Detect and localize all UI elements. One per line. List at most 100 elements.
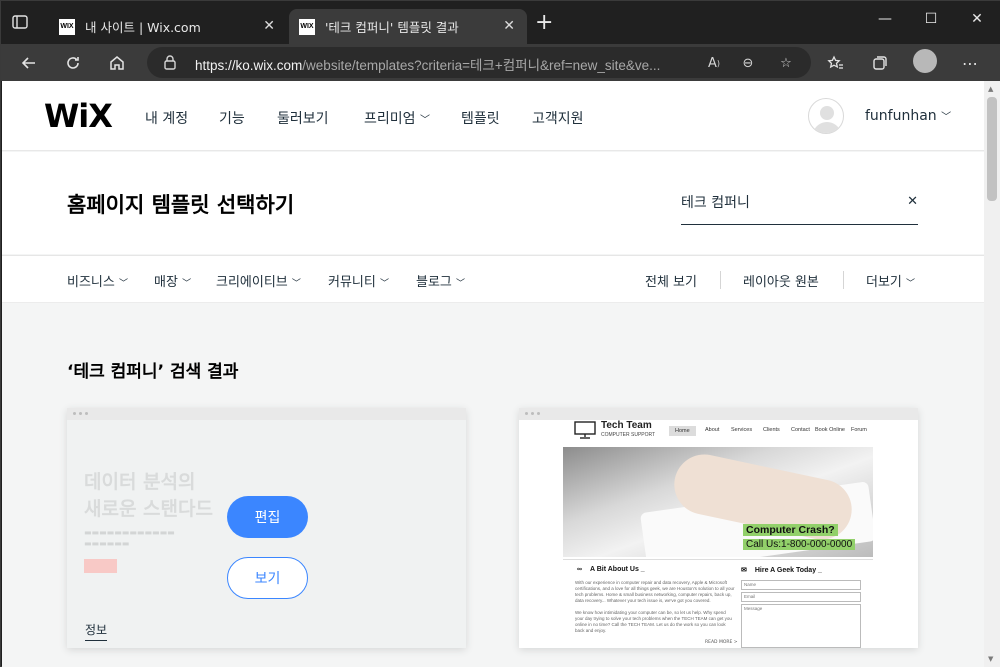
divider — [843, 271, 844, 289]
refresh-icon[interactable] — [61, 51, 85, 75]
chevron-down-icon: ﹀ — [379, 279, 389, 289]
nav-features[interactable]: 기능 — [219, 108, 245, 128]
preview-hero-image: Computer Crash? Call Us:1-800-000-0000 — [563, 447, 873, 557]
preview-menu-item: About — [705, 427, 720, 433]
preview-menu-item: Book Online — [815, 427, 845, 433]
nav-support[interactable]: 고객지원 — [532, 108, 584, 128]
add-favorite-icon[interactable]: ☆ — [775, 52, 797, 74]
monitor-icon — [574, 421, 596, 439]
preview-paragraph: We know how intimidating your computer c… — [575, 610, 732, 633]
chevron-down-icon: ﹀ — [118, 279, 128, 289]
search-input[interactable] — [681, 190, 891, 214]
favorites-icon[interactable] — [823, 51, 847, 75]
preview-read-more: READ MORE > — [705, 640, 738, 645]
preview-headline: 데이터 분석의 새로운 스탠다드 — [84, 471, 213, 520]
tab-template-results[interactable]: WIX '테크 컴퍼니' 템플릿 결과 ✕ — [289, 9, 527, 44]
preview-menu-item: Contact — [791, 427, 810, 433]
home-icon[interactable] — [105, 51, 129, 75]
scrollbar-thumb[interactable] — [987, 97, 997, 201]
category-business[interactable]: 비즈니스 ﹀ — [67, 271, 128, 290]
preview-menu-item: Clients — [763, 427, 780, 433]
browser-window: WIX 내 사이트 | Wix.com ✕ WIX '테크 컴퍼니' 템플릿 결… — [0, 0, 1000, 667]
nav-explore[interactable]: 둘러보기 — [277, 108, 329, 128]
back-icon[interactable] — [17, 51, 41, 75]
page-scrollbar[interactable]: ▲ ▼ — [984, 81, 1000, 667]
page-viewport: WiX 내 계정 기능 둘러보기 프리미엄 ﹀ 템플릿 고객지원 funfunh… — [2, 81, 984, 667]
preview-call-text: Call Us:1-800-000-0000 — [743, 539, 856, 550]
username-menu[interactable]: funfunhan ﹀ — [865, 108, 951, 124]
preview-button — [84, 559, 117, 573]
minimize-icon[interactable]: — — [870, 11, 900, 27]
blank-layouts-link[interactable]: 레이아웃 원본 — [743, 271, 819, 290]
scroll-down-icon[interactable]: ▼ — [988, 655, 993, 663]
results-title: ‘테크 컴퍼니’ 검색 결과 — [67, 362, 239, 382]
template-card[interactable]: 데이터 분석의 새로운 스탠다드 ▬▬▬▬▬▬▬▬▬▬▬▬ ▬▬▬▬▬▬ 편집 보기… — [67, 408, 466, 648]
chevron-down-icon: ﹀ — [456, 279, 466, 289]
preview-section-title: ✉ Hire A Geek Today _ — [741, 567, 822, 574]
url-text: https://ko.wix.com/website/templates?cri… — [195, 58, 661, 73]
more-menu-icon[interactable]: ⋯ — [958, 51, 982, 75]
zoom-icon[interactable]: ⊖ — [737, 52, 759, 74]
template-card[interactable]: Tech Team COMPUTER SUPPORT Home About Se… — [519, 408, 918, 648]
tab-title: 내 사이트 | Wix.com — [85, 20, 201, 35]
nav-my-account[interactable]: 내 계정 — [145, 108, 188, 128]
preview-paragraph: With our experience in computer repair a… — [575, 580, 735, 603]
tab-title: '테크 컴퍼니' 템플릿 결과 — [325, 20, 459, 35]
user-avatar[interactable] — [808, 98, 844, 134]
tab-actions-icon[interactable] — [11, 13, 33, 33]
wix-favicon-icon: WIX — [299, 18, 315, 35]
view-all-link[interactable]: 전체 보기 — [645, 271, 697, 290]
card-window-bar — [67, 408, 466, 420]
address-bar-row: https://ko.wix.com/website/templates?cri… — [1, 44, 1000, 81]
template-search: ✕ — [681, 190, 918, 225]
preview-site-name: Tech Team — [601, 420, 652, 431]
category-community[interactable]: 커뮤니티 ﹀ — [328, 271, 389, 290]
chevron-down-icon: ﹀ — [291, 279, 301, 289]
preview-crash-text: Computer Crash? — [743, 524, 838, 536]
scroll-up-icon[interactable]: ▲ — [988, 85, 993, 93]
category-creative[interactable]: 크리에이티브 ﹀ — [216, 271, 301, 290]
preview-form-field: Email — [741, 592, 861, 602]
wix-header: WiX 내 계정 기능 둘러보기 프리미엄 ﹀ 템플릿 고객지원 funfunh… — [2, 81, 984, 151]
glasses-icon: ∞ — [577, 566, 582, 573]
close-tab-icon[interactable]: ✕ — [503, 18, 515, 34]
page-title: 홈페이지 템플릿 선택하기 — [67, 193, 295, 217]
more-dropdown[interactable]: 더보기 ﹀ — [866, 271, 915, 290]
lock-icon[interactable] — [163, 54, 177, 70]
collections-icon[interactable] — [868, 51, 892, 75]
category-store[interactable]: 매장 ﹀ — [154, 271, 191, 290]
preview-menu-item: Home — [669, 426, 696, 436]
chevron-down-icon: ﹀ — [182, 279, 192, 289]
close-window-icon[interactable]: ✕ — [962, 11, 992, 27]
wix-logo[interactable]: WiX — [44, 97, 113, 135]
category-bar: 비즈니스 ﹀ 매장 ﹀ 크리에이티브 ﹀ 커뮤니티 ﹀ 블로그 ﹀ 전체 보기 … — [2, 255, 984, 303]
preview-tagline: COMPUTER SUPPORT — [601, 432, 656, 438]
maximize-icon[interactable]: ☐ — [916, 11, 946, 27]
preview-subtext: ▬▬▬▬▬▬▬▬▬▬▬▬ ▬▬▬▬▬▬ — [84, 528, 175, 548]
url-field[interactable]: https://ko.wix.com/website/templates?cri… — [147, 47, 811, 78]
read-aloud-icon[interactable]: A) — [703, 52, 725, 74]
divider — [563, 559, 873, 560]
info-link[interactable]: 정보 — [85, 621, 108, 641]
preview-form-field: Message — [741, 604, 861, 648]
view-button[interactable]: 보기 — [227, 557, 308, 599]
clear-search-icon[interactable]: ✕ — [907, 194, 918, 209]
preview-menu-item: Forum — [851, 427, 867, 433]
envelope-icon: ✉ — [741, 567, 747, 574]
profile-avatar-icon[interactable] — [913, 49, 937, 73]
preview-menu-item: Services — [731, 427, 753, 433]
close-tab-icon[interactable]: ✕ — [263, 18, 275, 34]
preview-section-title: ∞ A Bit About Us _ — [577, 566, 645, 573]
tab-my-site[interactable]: WIX 내 사이트 | Wix.com ✕ — [49, 9, 287, 44]
category-blog[interactable]: 블로그 ﹀ — [416, 271, 465, 290]
title-band: 홈페이지 템플릿 선택하기 ✕ — [2, 152, 984, 254]
template-preview: 데이터 분석의 새로운 스탠다드 ▬▬▬▬▬▬▬▬▬▬▬▬ ▬▬▬▬▬▬ 편집 보기… — [67, 420, 466, 648]
new-tab-button[interactable]: + — [535, 12, 553, 34]
nav-premium[interactable]: 프리미엄 ﹀ — [364, 108, 430, 128]
nav-templates[interactable]: 템플릿 — [461, 108, 500, 128]
divider — [720, 271, 721, 289]
tab-strip: WIX 내 사이트 | Wix.com ✕ WIX '테크 컴퍼니' 템플릿 결… — [1, 1, 1000, 44]
edit-button[interactable]: 편집 — [227, 496, 308, 538]
chevron-down-icon: ﹀ — [906, 279, 916, 289]
preview-form-field: Name — [741, 580, 861, 590]
